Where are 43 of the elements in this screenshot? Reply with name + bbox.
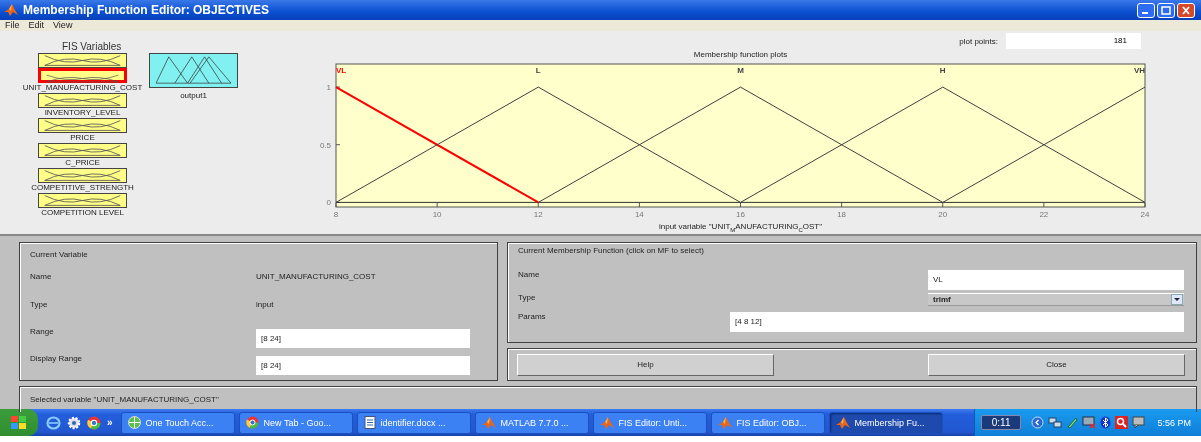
tick-label: 12 — [533, 210, 543, 219]
curve-label: VL — [336, 66, 347, 75]
curve-label: M — [737, 66, 744, 75]
curve-label: H — [939, 66, 946, 75]
field-value: input — [256, 299, 275, 309]
tick-label: 1 — [326, 83, 331, 93]
field-label: Type — [30, 299, 49, 309]
curve-label: VH — [1133, 66, 1145, 75]
tick-label: 16 — [736, 210, 745, 219]
tick-label: 0.5 — [319, 140, 331, 150]
variable-label: C_PRICE — [65, 158, 100, 168]
tick-label: 8 — [333, 210, 339, 219]
timer-display: 0:11 — [980, 415, 1022, 430]
variable-label: COMPETITIVE_STRENGTH — [31, 183, 134, 193]
field-value: UNIT_MANUFACTURING_COST — [256, 271, 377, 281]
chart-title: Membership function plots — [693, 50, 788, 59]
variable-label: output1 — [180, 91, 207, 101]
tick-label: 20 — [938, 210, 948, 219]
tick-label: 10 — [432, 210, 442, 219]
field-label: Params — [518, 312, 547, 323]
axis-label: input variable "UNIT$_{M}$ANUFACTURING$_{C}$OST" — [658, 222, 823, 231]
tick-label: 18 — [837, 210, 847, 219]
variable-label: INVENTORY_LEVEL — [44, 108, 121, 118]
variable-label: PRICE — [70, 133, 95, 143]
curve-label: L — [535, 66, 541, 75]
tick-label: 24 — [1140, 210, 1150, 219]
panel-title: FIS Variables — [62, 41, 122, 52]
tick-label: 22 — [1039, 210, 1049, 219]
clock: 5:56 PM — [1157, 417, 1191, 428]
field-label: Display Range — [30, 353, 84, 363]
variable-label: UNIT_MANUFACTURING_COST — [22, 83, 143, 93]
variable-label: COMPETITION LEVEL — [41, 208, 124, 218]
panel-title: Current Membership Function (click on MF to select) — [518, 246, 705, 257]
field-label: Name — [30, 271, 53, 281]
field-label: plot points: — [959, 36, 998, 46]
field-label: Type — [518, 292, 537, 304]
panel-title: Current Variable — [30, 249, 89, 259]
status-text: Selected variable "UNIT_MANUFACTURING_COST" — [30, 395, 219, 404]
tick-label: 14 — [634, 210, 644, 219]
field-label: Range — [30, 326, 55, 336]
field-label: Name — [518, 269, 541, 281]
window-title: Membership Function Editor: OBJECTIVES — [23, 3, 271, 17]
tick-label: 0 — [326, 198, 331, 208]
